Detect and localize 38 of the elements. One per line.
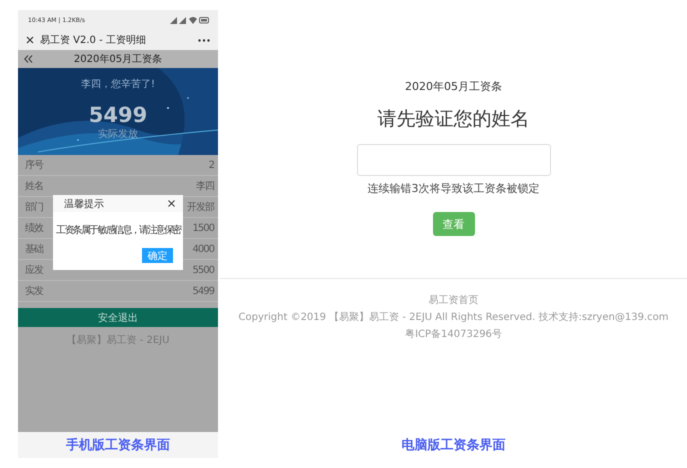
double-chevron-icon[interactable] bbox=[24, 55, 33, 63]
close-icon[interactable] bbox=[168, 200, 175, 207]
salary-amount: 5499 bbox=[88, 103, 148, 127]
month-title: 2020年05月工资条 bbox=[405, 79, 502, 94]
row-label: 基础 bbox=[25, 242, 43, 256]
row-label: 绩效 bbox=[25, 222, 43, 235]
dialog-title: 温馨提示 bbox=[64, 198, 104, 210]
caption: 手机版工资条界面 bbox=[66, 436, 170, 454]
row-label: 姓名 bbox=[25, 180, 43, 193]
page-title: 易工资 V2.0 - 工资明细 bbox=[40, 34, 147, 47]
row-label: 应发 bbox=[25, 264, 43, 277]
row-value: 5500 bbox=[192, 264, 214, 276]
close-icon[interactable] bbox=[26, 36, 34, 44]
confirm-button[interactable]: 确定 bbox=[142, 248, 173, 263]
greeting-text: 李四，您辛苦了! bbox=[80, 78, 155, 91]
footer-text: Copyright ©2019 【易聚】易工资 - 2EJU All Rights Reserved. 技术支持:szryen@139.com bbox=[238, 310, 668, 324]
row-label: 部门 bbox=[25, 200, 43, 214]
footer-text: 粤ICP备14073296号 bbox=[405, 328, 502, 341]
row-value: 2 bbox=[208, 160, 214, 170]
row-value: 4000 bbox=[192, 244, 214, 254]
header-title: 2020年05月工资条 bbox=[74, 53, 162, 66]
status-icons bbox=[170, 16, 210, 24]
heading: 请先验证您的姓名 bbox=[378, 107, 530, 132]
hint-text: 连续输错3次将导致该工资条被锁定 bbox=[368, 181, 540, 196]
row-value: 开发部 bbox=[187, 200, 214, 214]
input-field[interactable] bbox=[356, 144, 550, 176]
more-icon[interactable] bbox=[198, 38, 210, 42]
row-label: 实发 bbox=[25, 284, 43, 298]
dialog-message: 工资条属于敏感信息，请注意保密 bbox=[56, 224, 181, 237]
view-button[interactable]: 查看 bbox=[432, 212, 474, 236]
row-value: 5499 bbox=[192, 286, 214, 296]
home-link[interactable]: 易工资首页 bbox=[428, 293, 478, 307]
row-value: 1500 bbox=[192, 222, 214, 234]
caption: 电脑版工资条界面 bbox=[402, 436, 506, 454]
row-value: 李四 bbox=[196, 180, 214, 193]
amount-label: 实际发放 bbox=[98, 128, 138, 141]
exit-button[interactable]: 安全退出 bbox=[18, 308, 218, 327]
row-label: 序号 bbox=[25, 158, 43, 172]
